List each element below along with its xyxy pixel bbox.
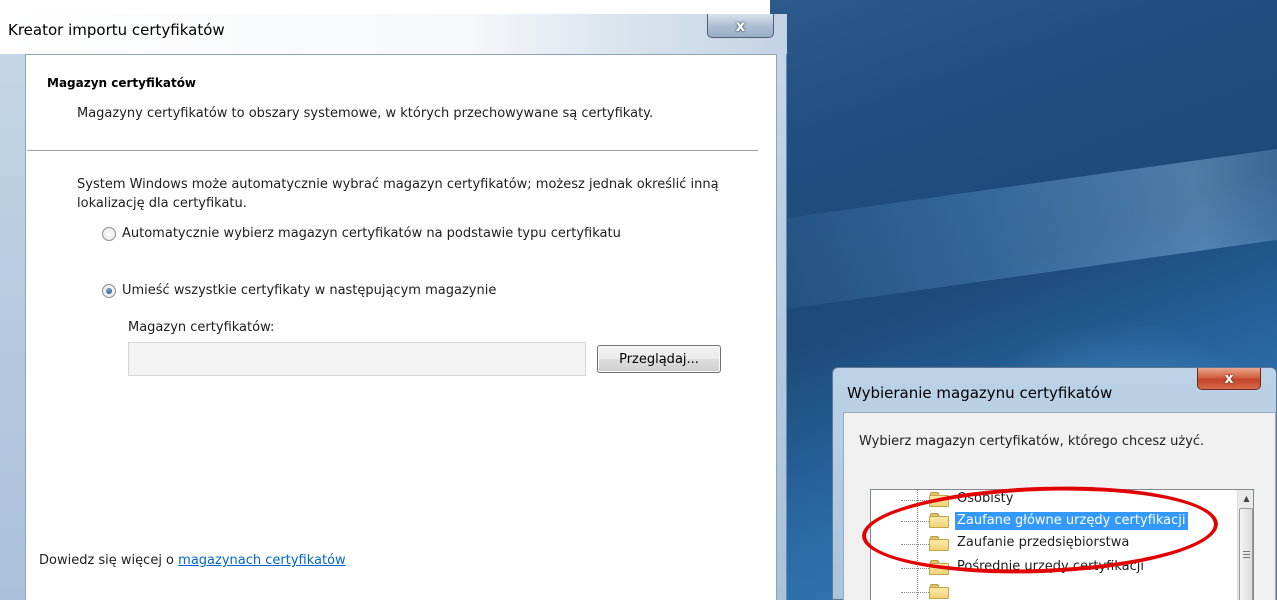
folder-icon [929,560,949,575]
folder-icon [929,513,949,528]
learn-more-prefix: Dowiedz się więcej o [39,553,179,568]
radio-specific-store[interactable]: Umieść wszystkie certyfikaty w następują… [102,283,496,298]
intro-text: System Windows może automatycznie wybrać… [77,177,719,211]
scroll-thumb[interactable] [1239,508,1253,600]
radio-label-automatic: Automatycznie wybierz magazyn certyfikat… [122,226,621,241]
tree-item-label: Zaufanie przedsiębiorstwa [957,535,1130,550]
scroll-grip-icon [1243,551,1250,558]
radio-button-checked[interactable] [102,283,116,298]
learn-more-link[interactable]: magazynach certyfikatów [178,553,346,568]
tree-connector [901,500,929,501]
dialog-close-button[interactable]: x [1197,368,1261,390]
dialog-title: Wybieranie magazynu certyfikatów [847,384,1113,402]
store-field-label: Magazyn certyfikatów: [128,320,275,335]
dialog-content: Wybierz magazyn certyfikatów, którego ch… [843,412,1276,600]
wallpaper-streak [770,131,1277,319]
radio-label-specific: Umieść wszystkie certyfikaty w następują… [122,283,497,298]
certificate-import-wizard: Kreator importu certyfikatów x Magazyn c… [0,0,787,600]
close-icon: x [735,16,746,35]
learn-more-text: Dowiedz się więcej o magazynach certyfik… [39,553,346,568]
tree-connector [901,592,929,593]
folder-icon [929,584,949,599]
section-heading: Magazyn certyfikatów [47,76,197,90]
folder-icon [929,492,949,507]
radio-button-unchecked[interactable] [102,226,116,241]
header-divider [27,150,758,151]
wizard-close-button[interactable]: x [707,14,774,38]
tree-item-label: Pośrednie urzędy certyfikacji [957,559,1144,574]
tree-item-label: Osobisty [957,491,1014,506]
select-store-dialog: Wybieranie magazynu certyfikatów x Wybie… [832,367,1277,600]
folder-icon [929,536,949,551]
tree-connector [901,544,929,545]
tree-item-label-selected: Zaufane główne urzędy certyfikacji [955,512,1188,530]
store-tree[interactable]: Osobisty Zaufane główne urzędy certyfika… [870,489,1254,600]
tree-connector [901,521,929,522]
tree-scrollbar[interactable]: ▲ [1237,490,1253,600]
scroll-up-arrow-icon[interactable]: ▲ [1238,490,1253,507]
section-description: Magazyny certyfikatów to obszary systemo… [77,106,654,121]
store-field[interactable] [128,342,586,376]
wizard-title: Kreator importu certyfikatów [8,21,225,39]
tree-connector [901,568,929,569]
radio-automatic-store[interactable]: Automatycznie wybierz magazyn certyfikat… [102,226,621,241]
dialog-prompt: Wybierz magazyn certyfikatów, którego ch… [859,434,1205,449]
close-icon: x [1224,370,1234,387]
browse-button[interactable]: Przeglądaj... [597,345,721,373]
tree-connector-line [917,490,918,600]
